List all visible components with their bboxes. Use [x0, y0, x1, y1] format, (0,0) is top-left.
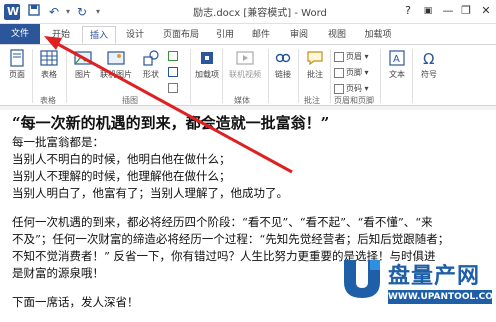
group-separator — [380, 49, 381, 103]
smartart-button[interactable] — [168, 51, 180, 61]
doc-line: 每一批富翁都是： — [12, 135, 104, 149]
word-app-icon[interactable] — [4, 4, 20, 20]
group-separator — [330, 49, 331, 103]
customize-toolbar-icon[interactable]: ▾ — [90, 4, 106, 20]
online-video-label: 联机视频 — [229, 70, 261, 79]
group-illustrations-label: 插图 — [122, 96, 138, 105]
table-button[interactable]: 表格 — [36, 49, 62, 80]
shapes-icon — [143, 50, 159, 66]
restore-button[interactable]: ❐ — [456, 2, 476, 20]
link-icon — [275, 53, 291, 63]
picture-button[interactable]: 图片 — [70, 49, 96, 80]
page-icon — [10, 49, 24, 67]
tab-design[interactable]: 设计 — [120, 26, 150, 44]
svg-text:Ω: Ω — [423, 50, 434, 67]
group-media-label: 媒体 — [234, 96, 250, 105]
ribbon-tabs: 文件 开始 插入 设计 页面布局 引用 邮件 审阅 视图 加载项 — [0, 24, 496, 44]
page-number-label: 页码 — [346, 84, 362, 93]
tab-page-layout[interactable]: 页面布局 — [156, 26, 206, 44]
link-button[interactable]: 链接 — [270, 49, 296, 80]
group-separator — [222, 49, 223, 103]
group-separator — [190, 49, 191, 103]
group-separator — [412, 49, 413, 103]
table-icon — [40, 50, 58, 66]
doc-line: 当别人不明白的时候，他明白他在做什么； — [12, 152, 231, 166]
doc-line: 当别人明白了，他富有了；当别人理解了，他成功了。 — [12, 186, 288, 200]
tab-references[interactable]: 引用 — [210, 26, 240, 44]
addins-icon — [201, 52, 213, 64]
page-button[interactable]: 页面 — [4, 49, 30, 80]
group-separator — [268, 49, 269, 103]
minimize-button[interactable]: — — [438, 2, 458, 20]
save-icon[interactable] — [26, 4, 42, 20]
doc-line: 不及”；任何一次财富的缔造必将经历一个过程：“先知先觉经营者；后知后觉跟随者； — [12, 232, 450, 246]
tab-view[interactable]: 视图 — [322, 26, 352, 44]
doc-line: 任何一次机遇的到来，都必将经历四个阶段：“看不见”、“看不起”、“看不懂”、“来 — [12, 215, 433, 229]
window-title: 励志.docx [兼容模式] - Word — [193, 8, 327, 19]
svg-text:A: A — [393, 54, 400, 65]
page-number-button[interactable]: 页码 ▾ — [334, 83, 369, 94]
header-label: 页眉 — [346, 52, 362, 61]
symbol-label: 符号 — [421, 70, 437, 79]
ribbon-display-button[interactable]: ▣ — [418, 2, 438, 20]
addins-button[interactable]: 加载项 — [194, 49, 220, 80]
online-picture-button[interactable]: 联机图片 — [98, 49, 134, 80]
footer-label: 页脚 — [346, 68, 362, 77]
group-separator — [32, 49, 33, 103]
tab-mailings[interactable]: 邮件 — [246, 26, 276, 44]
watermark-name: 盘量产网 — [388, 264, 481, 289]
tab-addins[interactable]: 加载项 — [358, 26, 398, 44]
comment-button[interactable]: 批注 — [302, 49, 328, 80]
symbol-button[interactable]: Ω 符号 — [416, 49, 442, 80]
chart-button[interactable] — [168, 67, 180, 77]
footer-button[interactable]: 页脚 ▾ — [334, 67, 369, 78]
tab-file[interactable]: 文件 — [0, 24, 40, 44]
omega-icon: Ω — [423, 50, 434, 67]
online-video-button[interactable]: 联机视频 — [224, 49, 266, 80]
shapes-label: 形状 — [143, 70, 159, 79]
tab-review[interactable]: 审阅 — [284, 26, 314, 44]
tab-insert[interactable]: 插入 — [82, 26, 116, 44]
textbox-label: 文本 — [389, 70, 405, 79]
group-separator — [298, 49, 299, 103]
watermark-url: WWW.UPANTOOL.COM — [388, 290, 496, 304]
group-comments-label: 批注 — [304, 96, 320, 105]
document-heading: “每一次新的机遇的到来，都会造就一批富翁！” — [12, 114, 330, 132]
table-label: 表格 — [41, 70, 57, 79]
doc-line: 当别人不理解的时候，他理解他在做什么； — [12, 169, 231, 183]
link-label: 链接 — [275, 70, 291, 79]
document-page[interactable]: “每一次新的机遇的到来，都会造就一批富翁！” 每一批富翁都是： 当别人不明白的时… — [0, 110, 496, 322]
addins-label: 加载项 — [195, 70, 219, 79]
title-bar: ↶ ▾ ↻ ▾ 励志.docx [兼容模式] - Word ? ▣ — ❐ ✕ — [0, 0, 496, 24]
textbox-icon: A — [389, 50, 405, 66]
group-separator — [66, 49, 67, 103]
page-label: 页面 — [9, 70, 25, 79]
shapes-button[interactable]: 形状 — [136, 49, 166, 80]
redo-icon[interactable]: ↻ — [74, 4, 90, 20]
online-picture-label: 联机图片 — [100, 70, 132, 79]
group-tables-label: 表格 — [40, 96, 56, 105]
header-button[interactable]: 页眉 ▾ — [334, 51, 369, 62]
tab-home[interactable]: 开始 — [46, 26, 76, 44]
online-picture-icon — [107, 51, 125, 65]
online-video-icon — [236, 51, 254, 65]
ribbon-panel: 页面 表格 表格 图片 联机图片 形状 插图 加载项 联机视频 媒体 链接 批注… — [0, 44, 496, 106]
watermark: 盘量产网 WWW.UPANTOOL.COM — [336, 252, 496, 322]
textbox-button[interactable]: A 文本 — [384, 49, 410, 80]
picture-label: 图片 — [75, 70, 91, 79]
comment-icon — [307, 51, 323, 66]
picture-icon — [74, 51, 92, 65]
help-button[interactable]: ? — [398, 2, 418, 20]
comment-label: 批注 — [307, 70, 323, 79]
screenshot-button[interactable] — [168, 83, 180, 93]
close-button[interactable]: ✕ — [476, 2, 496, 20]
upantool-logo-icon — [344, 260, 380, 298]
group-header-footer-label: 页眉和页脚 — [334, 96, 374, 105]
